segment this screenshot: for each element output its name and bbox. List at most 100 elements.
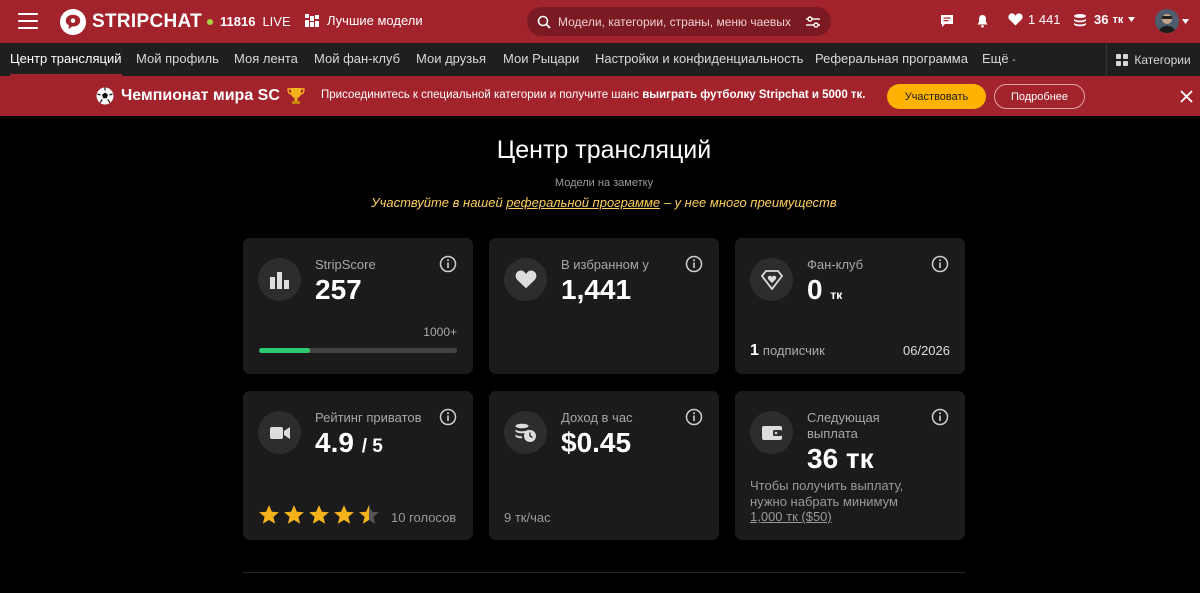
income-value: $0.45 <box>561 427 632 458</box>
tab-my-fan-club[interactable]: Мой фан-клуб <box>314 43 400 76</box>
rating-value: 4.9 <box>315 427 354 458</box>
info-icon[interactable] <box>931 255 949 273</box>
menu-icon[interactable] <box>18 13 38 29</box>
star-icon <box>359 505 379 524</box>
search-bar <box>527 7 831 36</box>
categories-button[interactable]: Категории <box>1106 43 1200 76</box>
live-label: LIVE <box>262 14 291 29</box>
live-dot-icon <box>207 18 213 25</box>
star-icon <box>334 505 354 524</box>
bar-chart-icon <box>258 258 301 301</box>
section-divider <box>243 572 965 573</box>
stripscore-target: 1000+ <box>423 325 457 339</box>
diamond-heart-icon <box>750 258 793 301</box>
fanclub-subscribers[interactable]: 1 подписчик <box>750 342 825 360</box>
fanclub-date: 06/2026 <box>903 343 950 358</box>
tab-my-feed[interactable]: Моя лента <box>234 43 298 76</box>
tab-my-friends[interactable]: Мои друзья <box>416 43 486 76</box>
star-icon <box>309 505 329 524</box>
payout-note: Чтобы получить выплату, нужно набрать ми… <box>750 478 903 525</box>
secondary-nav: Центр трансляций Мой профиль Моя лента М… <box>0 43 1200 76</box>
coins-icon <box>1074 13 1086 26</box>
fanclub-unit: тк <box>830 288 843 302</box>
tab-broadcast-center[interactable]: Центр трансляций <box>10 43 122 76</box>
fanclub-label: Фан-клуб <box>807 257 864 272</box>
tab-my-knights[interactable]: Мои Рыцари <box>503 43 579 76</box>
avatar[interactable] <box>1155 9 1179 33</box>
page-title: Центр трансляций <box>496 136 712 164</box>
stripscore-progress-fill <box>259 348 310 353</box>
banner-text-bold: выиграть футболку Stripchat и 5000 тк. <box>642 89 866 101</box>
payout-note-line2: нужно набрать минимум <box>750 493 898 509</box>
messages-icon[interactable] <box>940 14 954 28</box>
rating-max: / 5 <box>361 436 383 457</box>
soccer-ball-icon <box>96 87 114 105</box>
video-camera-icon <box>258 411 301 454</box>
chevron-down-icon: - <box>1012 55 1016 66</box>
chevron-down-icon <box>1128 17 1136 22</box>
fanclub-value: 0 <box>807 274 823 305</box>
stripscore-label: StripScore <box>315 257 376 272</box>
tab-more[interactable]: Ещё - <box>982 43 1016 76</box>
rating-card: Рейтинг приватов 4.9 / 5 10 голосов <box>243 391 473 540</box>
star-icon <box>259 505 279 524</box>
fanclub-card: Фан-клуб 0 тк 1 подписчик 06/2026 <box>735 238 965 374</box>
banner-title-group: Чемпионат мира SC <box>96 87 305 105</box>
best-models-link[interactable]: Лучшие модели <box>305 13 423 28</box>
favorites-card: В избранном у 1,441 <box>489 238 719 374</box>
logo[interactable]: STRIPCHAT <box>60 9 202 35</box>
payout-minimum-link[interactable]: 1,000 тк ($50) <box>750 509 832 524</box>
chevron-down-icon[interactable] <box>1182 19 1189 24</box>
bell-icon[interactable] <box>976 14 989 28</box>
info-icon[interactable] <box>439 408 457 426</box>
rating-label: Рейтинг приватов <box>315 410 422 425</box>
favorites-value: 1,441 <box>561 274 632 305</box>
star-icon <box>284 505 304 524</box>
stripscore-value: 257 <box>315 274 362 305</box>
tab-settings-privacy[interactable]: Настройки и конфиденциальность <box>595 43 803 76</box>
info-icon[interactable] <box>685 255 703 273</box>
tab-referral-program[interactable]: Реферальная программа <box>815 43 968 76</box>
search-icon <box>537 15 551 29</box>
stripscore-card: StripScore 257 1000+ <box>243 238 473 374</box>
payout-card: Следующая выплата 36 тк Чтобы получить вы… <box>735 391 965 540</box>
join-button[interactable]: Участвовать <box>887 84 986 109</box>
heart-icon <box>1008 13 1023 26</box>
tokens-unit: тк <box>1112 13 1124 26</box>
tab-more-label: Ещё <box>982 51 1009 66</box>
subscribers-count: 1 <box>750 342 759 359</box>
info-icon[interactable] <box>685 408 703 426</box>
tokens-balance[interactable]: 36 тк <box>1073 12 1136 27</box>
wallet-icon <box>750 411 793 454</box>
promo-text-after: – у нее много преимуществ <box>660 195 837 210</box>
grid-icon <box>1116 53 1129 66</box>
close-icon[interactable] <box>1179 89 1194 104</box>
fanclub-value-group: 0 тк <box>807 274 842 306</box>
logo-icon <box>60 9 86 35</box>
income-label: Доход в час <box>561 410 633 425</box>
grid-icon <box>305 13 319 27</box>
trophy-icon <box>287 88 305 104</box>
heart-icon <box>504 258 547 301</box>
referral-link[interactable]: реферальной программе <box>506 195 660 210</box>
tab-my-profile[interactable]: Мой профиль <box>136 43 219 76</box>
banner-title: Чемпионат мира SC <box>121 87 280 104</box>
best-models-label: Лучшие модели <box>327 13 423 28</box>
live-counter[interactable]: 11816 LIVE <box>207 14 291 29</box>
more-info-button[interactable]: Подробнее <box>994 84 1085 109</box>
banner-text: Присоединитесь к специальной категории и… <box>321 89 866 101</box>
rating-votes: 10 голосов <box>391 510 457 525</box>
income-rate: 9 тк/час <box>504 510 551 525</box>
search-input[interactable] <box>558 14 805 29</box>
payout-value: 36 тк <box>807 443 874 474</box>
payout-label: Следующая выплата <box>807 410 880 442</box>
favorites-counter[interactable]: 1 441 <box>1008 12 1061 27</box>
page-subtitle: Модели на заметку <box>554 177 654 189</box>
filter-icon[interactable] <box>805 15 821 29</box>
payout-note-line1: Чтобы получить выплату, <box>750 478 904 493</box>
promo-text-before: Участвуйте в нашей <box>371 195 507 210</box>
banner-text-main: Присоединитесь к специальной категории и… <box>321 89 643 101</box>
info-icon[interactable] <box>931 408 949 426</box>
info-icon[interactable] <box>439 255 457 273</box>
coins-clock-icon <box>504 411 547 454</box>
